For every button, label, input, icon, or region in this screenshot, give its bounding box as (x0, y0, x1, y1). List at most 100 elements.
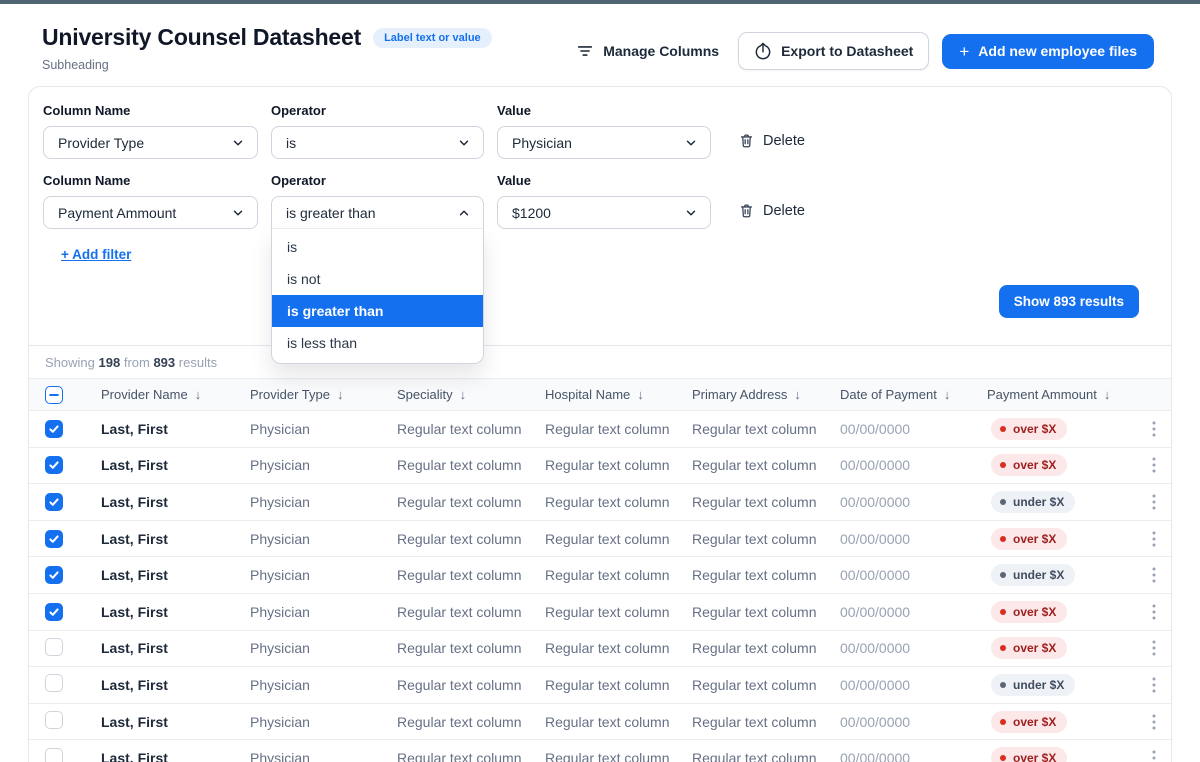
check-icon (48, 569, 60, 581)
add-new-employee-button[interactable]: + Add new employee files (942, 34, 1154, 69)
row-checkbox[interactable] (45, 711, 63, 729)
title-block: University Counsel Datasheet Label text … (42, 24, 492, 72)
cell-date-of-payment: 00/00/0000 (840, 421, 987, 437)
cell-primary-address: Regular text column (692, 494, 840, 510)
manage-columns-button[interactable]: Manage Columns (570, 34, 725, 68)
row-checkbox[interactable] (45, 493, 63, 511)
cell-primary-address: Regular text column (692, 531, 840, 547)
cell-provider-name: Last, First (101, 640, 250, 656)
check-icon (48, 423, 60, 435)
operator-select-1[interactable]: is (271, 126, 484, 159)
cell-speciality: Regular text column (397, 531, 545, 547)
table-body: Last, First Physician Regular text colum… (29, 411, 1171, 762)
column-header[interactable]: Speciality↓ (397, 387, 545, 402)
cell-hospital-name: Regular text column (545, 457, 692, 473)
cell-primary-address: Regular text column (692, 457, 840, 473)
datasheet-card: Column Name Provider Type Operator is Va… (28, 86, 1172, 762)
cell-hospital-name: Regular text column (545, 640, 692, 656)
operator-label: Operator (271, 173, 484, 188)
trash-icon (738, 202, 755, 219)
cell-date-of-payment: 00/00/0000 (840, 604, 987, 620)
kebab-menu-icon[interactable] (1147, 674, 1161, 696)
row-checkbox[interactable] (45, 638, 63, 656)
app-header: University Counsel Datasheet Label text … (0, 4, 1200, 86)
column-name-select-1[interactable]: Provider Type (43, 126, 258, 159)
header-actions: Manage Columns Export to Datasheet + Add… (570, 32, 1154, 70)
kebab-menu-icon[interactable] (1147, 601, 1161, 623)
delete-filter-button-1[interactable]: Delete (738, 124, 1157, 157)
cell-provider-name: Last, First (101, 421, 250, 437)
column-name-select-2[interactable]: Payment Ammount (43, 196, 258, 229)
kebab-menu-icon[interactable] (1147, 528, 1161, 550)
payment-badge: under $X (991, 674, 1075, 696)
kebab-menu-icon[interactable] (1147, 711, 1161, 733)
dropdown-option[interactable]: is greater than (272, 295, 483, 327)
delete-filter-button-2[interactable]: Delete (738, 194, 1157, 227)
sort-descending-icon: ↓ (195, 387, 202, 402)
row-checkbox[interactable] (45, 674, 63, 692)
select-all-checkbox[interactable] (45, 386, 63, 404)
row-checkbox[interactable] (45, 748, 63, 762)
page: University Counsel Datasheet Label text … (0, 0, 1200, 762)
column-header[interactable]: Primary Address↓ (692, 387, 840, 402)
row-checkbox[interactable] (45, 603, 63, 621)
cell-primary-address: Regular text column (692, 714, 840, 730)
row-checkbox[interactable] (45, 530, 63, 548)
chevron-down-icon (457, 136, 471, 150)
plus-icon: + (959, 43, 969, 60)
kebab-menu-icon[interactable] (1147, 491, 1161, 513)
payment-badge: over $X (991, 637, 1067, 659)
value-select-1[interactable]: Physician (497, 126, 711, 159)
kebab-menu-icon[interactable] (1147, 747, 1161, 762)
cell-date-of-payment: 00/00/0000 (840, 567, 987, 583)
cell-hospital-name: Regular text column (545, 677, 692, 693)
row-checkbox[interactable] (45, 420, 63, 438)
table-row: Last, First Physician Regular text colum… (29, 484, 1171, 521)
kebab-menu-icon[interactable] (1147, 564, 1161, 586)
kebab-menu-icon[interactable] (1147, 418, 1161, 440)
chevron-up-icon (457, 206, 471, 220)
kebab-menu-icon[interactable] (1147, 454, 1161, 476)
column-header[interactable]: Hospital Name↓ (545, 387, 692, 402)
cell-hospital-name: Regular text column (545, 567, 692, 583)
results-summary: Showing 198 from 893 results (29, 346, 1171, 378)
row-checkbox[interactable] (45, 566, 63, 584)
payment-badge: over $X (991, 528, 1067, 550)
column-name-label: Column Name (43, 173, 258, 188)
table-row: Last, First Physician Regular text colum… (29, 557, 1171, 594)
dropdown-option[interactable]: is not (272, 263, 483, 295)
sort-descending-icon: ↓ (944, 387, 951, 402)
table-header: Provider Name↓Provider Type↓Speciality↓H… (29, 378, 1171, 411)
sort-descending-icon: ↓ (1104, 387, 1111, 402)
column-header[interactable]: Provider Type↓ (250, 387, 397, 402)
row-checkbox[interactable] (45, 456, 63, 474)
table-row: Last, First Physician Regular text colum… (29, 521, 1171, 558)
cell-hospital-name: Regular text column (545, 421, 692, 437)
table-row: Last, First Physician Regular text colum… (29, 667, 1171, 704)
column-header[interactable]: Payment Ammount↓ (987, 387, 1137, 402)
kebab-menu-icon[interactable] (1147, 637, 1161, 659)
column-header[interactable]: Provider Name↓ (101, 387, 250, 402)
column-header[interactable]: Date of Payment↓ (840, 387, 987, 402)
table-row: Last, First Physician Regular text colum… (29, 740, 1171, 762)
value-select-2[interactable]: $1200 (497, 196, 711, 229)
cell-speciality: Regular text column (397, 640, 545, 656)
show-results-button[interactable]: Show 893 results (999, 285, 1139, 318)
add-filter-link[interactable]: + Add filter (61, 247, 131, 262)
chevron-down-icon (684, 136, 698, 150)
filter-row-1: Column Name Provider Type Operator is Va… (43, 103, 1157, 159)
export-button[interactable]: Export to Datasheet (738, 32, 929, 70)
operator-select-2-open[interactable]: is greater than isis notis greater thani… (271, 196, 484, 229)
cell-provider-type: Physician (250, 567, 397, 583)
payment-badge: over $X (991, 454, 1067, 476)
chevron-down-icon (684, 206, 698, 220)
dropdown-option[interactable]: is less than (272, 327, 483, 359)
payment-badge: over $X (991, 747, 1067, 762)
dropdown-option[interactable]: is (272, 231, 483, 263)
cell-date-of-payment: 00/00/0000 (840, 494, 987, 510)
value-label: Value (497, 103, 711, 118)
page-title: University Counsel Datasheet (42, 24, 361, 51)
payment-badge: under $X (991, 564, 1075, 586)
export-icon (754, 42, 772, 60)
cell-primary-address: Regular text column (692, 567, 840, 583)
